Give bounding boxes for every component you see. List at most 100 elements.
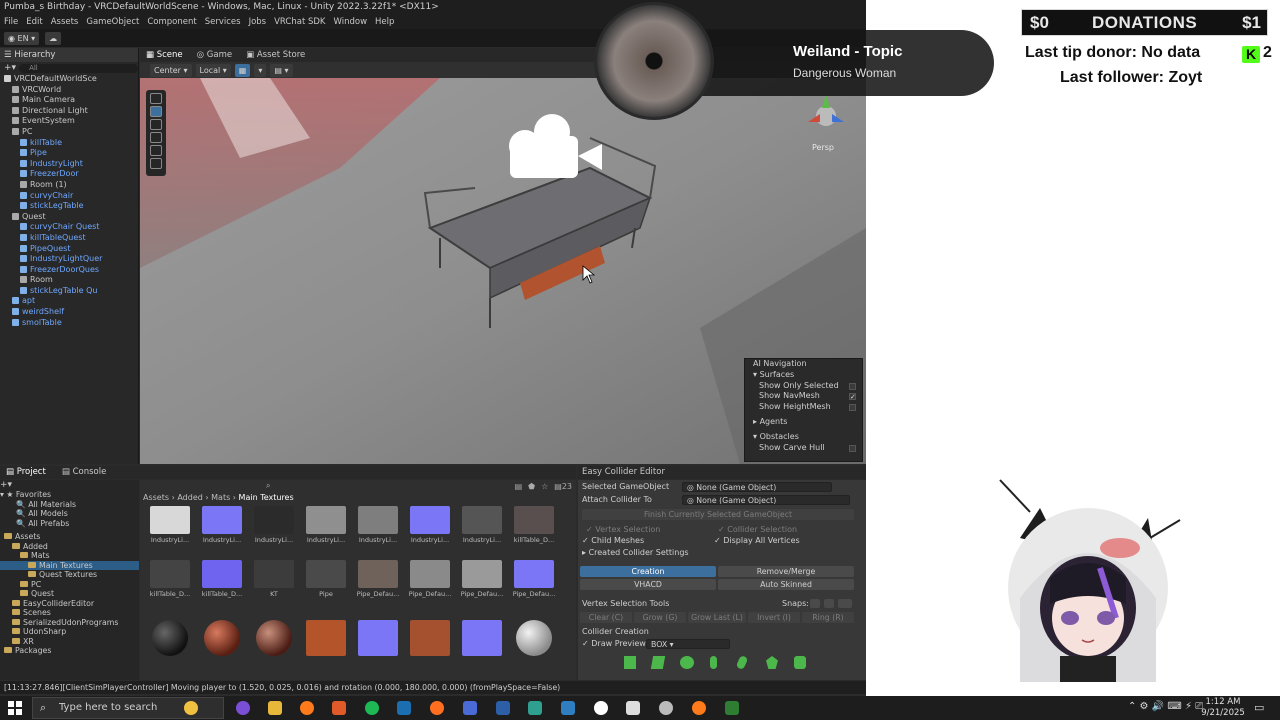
app-icon-8[interactable] xyxy=(725,701,739,715)
file-explorer-icon[interactable] xyxy=(268,701,282,715)
snap-clear-button[interactable] xyxy=(838,599,852,608)
tab-game[interactable]: ◎ Game xyxy=(197,48,232,62)
space-dropdown[interactable]: Local ▾ xyxy=(195,63,231,77)
show-only-selected-row[interactable]: Show Only Selected xyxy=(745,381,862,392)
breadcrumb-added[interactable]: Added xyxy=(177,493,203,502)
firefox-icon[interactable] xyxy=(430,701,444,715)
hierarchy-item[interactable]: EventSystem xyxy=(0,116,138,127)
pivot-dropdown[interactable]: Center ▾ xyxy=(150,63,192,77)
created-collider-settings-foldout[interactable]: ▸ Created Collider Settings xyxy=(582,547,689,558)
hierarchy-item[interactable]: killTable xyxy=(0,138,138,149)
filter-star-icon[interactable]: ☆ xyxy=(541,482,548,491)
creation-tab-button[interactable]: Creation xyxy=(580,566,716,577)
grid-toggle-icon[interactable]: ▾ xyxy=(254,63,267,77)
show-heightmesh-row[interactable]: Show HeightMesh xyxy=(745,402,862,413)
hierarchy-item[interactable]: PC xyxy=(0,127,138,138)
tab-project[interactable]: ▤ Project xyxy=(6,466,46,479)
tab-scene[interactable]: ▦ Scene xyxy=(146,48,183,62)
asset-thumb[interactable]: Pipe_Defau... xyxy=(356,560,400,598)
steam-icon[interactable] xyxy=(397,701,411,715)
asset-thumb[interactable] xyxy=(200,620,244,656)
show-navmesh-checkbox[interactable]: ✓ xyxy=(849,393,856,401)
filter-type-icon[interactable]: ▤ xyxy=(515,482,523,491)
draw-preview-toggle[interactable]: ✓ Draw Preview: xyxy=(582,638,648,649)
app-icon-7[interactable] xyxy=(692,701,706,715)
asset-thumb[interactable] xyxy=(512,620,556,656)
rotate-tool-icon[interactable] xyxy=(150,119,162,130)
vrchat-icon[interactable] xyxy=(626,701,640,715)
add-icon[interactable]: +▾ xyxy=(4,63,16,73)
app-icon-6[interactable] xyxy=(659,701,673,715)
hierarchy-item[interactable]: curvyChair Quest xyxy=(0,222,138,233)
hierarchy-item[interactable]: PipeQuest xyxy=(0,244,138,255)
hand-tool-icon[interactable] xyxy=(150,93,162,104)
asset-thumb[interactable]: killTable_D... xyxy=(200,560,244,598)
box-collider-icon[interactable] xyxy=(624,656,636,669)
project-folder[interactable]: SerializedUdonPrograms xyxy=(0,618,139,628)
photoshop-icon[interactable] xyxy=(496,701,510,715)
persp-label[interactable]: Persp xyxy=(812,143,834,152)
asset-thumb[interactable]: IndustryLi... xyxy=(460,506,504,544)
unity-icon[interactable] xyxy=(594,701,608,715)
taskbar-clock[interactable]: 1:12 AM 9/21/2025 xyxy=(1198,697,1248,719)
asset-thumb[interactable]: IndustryLi... xyxy=(200,506,244,544)
hierarchy-item[interactable]: FreezerDoorQues xyxy=(0,265,138,276)
sphere-collider-icon[interactable] xyxy=(680,656,694,669)
asset-thumb[interactable]: killTable_D... xyxy=(512,506,556,544)
project-folder[interactable]: EasyColliderEditor xyxy=(0,599,139,609)
asset-thumb[interactable]: Pipe_Defau... xyxy=(460,560,504,598)
app-icon-5[interactable] xyxy=(528,701,542,715)
asset-thumb[interactable]: IndustryLi... xyxy=(408,506,452,544)
tray-icons[interactable]: ⌃ ⚙ 🔊 ⌨ ⚡ ⎚ xyxy=(1128,701,1203,712)
menu-gameobject[interactable]: GameObject xyxy=(86,15,139,29)
hierarchy-search-input[interactable]: All xyxy=(19,63,138,73)
asset-thumb[interactable] xyxy=(148,620,192,656)
menu-component[interactable]: Component xyxy=(147,15,196,29)
breadcrumb-assets[interactable]: Assets xyxy=(143,493,169,502)
vertex-selection-toggle[interactable]: ✓ Vertex Selection xyxy=(586,524,660,535)
hierarchy-item[interactable]: Room xyxy=(0,275,138,286)
project-folder[interactable]: PC xyxy=(0,580,139,590)
rotated-capsule-collider-icon[interactable] xyxy=(735,654,749,671)
cloud-icon[interactable]: ☁ xyxy=(45,31,62,45)
agents-foldout[interactable]: ▸ Agents xyxy=(745,417,862,428)
visual-studio-code-icon[interactable] xyxy=(561,701,575,715)
hierarchy-item[interactable]: killTableQuest xyxy=(0,233,138,244)
project-folder[interactable]: UdonSharp xyxy=(0,627,139,637)
collider-selection-toggle[interactable]: ✓ Collider Selection xyxy=(718,524,797,535)
notifications-icon[interactable]: ▭ xyxy=(1254,701,1264,714)
show-navmesh-row[interactable]: Show NavMesh ✓ xyxy=(745,391,862,402)
asset-thumb[interactable]: Pipe xyxy=(304,560,348,598)
surfaces-foldout[interactable]: ▾ Surfaces xyxy=(745,370,862,381)
hierarchy-item[interactable]: IndustryLightQuer xyxy=(0,254,138,265)
rect-tool-icon[interactable] xyxy=(150,145,162,156)
favorite-all-models[interactable]: 🔍 All Models xyxy=(0,509,139,519)
hierarchy-tab[interactable]: ☰ Hierarchy xyxy=(0,48,138,62)
menu-jobs[interactable]: Jobs xyxy=(249,15,267,29)
project-folder[interactable]: Main Textures xyxy=(0,560,139,570)
asset-thumb[interactable]: IndustryLi... xyxy=(148,506,192,544)
asset-thumb[interactable] xyxy=(460,620,504,656)
hierarchy-item[interactable]: stickLegTable xyxy=(0,201,138,212)
hierarchy-item[interactable]: Quest xyxy=(0,212,138,223)
hierarchy-item[interactable]: Pipe xyxy=(0,148,138,159)
favorite-all-prefabs[interactable]: 🔍 All Prefabs xyxy=(0,519,139,529)
account-button[interactable]: ◉ EN ▾ xyxy=(4,31,40,45)
project-folder[interactable]: Quest Textures xyxy=(0,570,139,580)
project-folder[interactable]: XR xyxy=(0,637,139,647)
project-folder[interactable]: Added xyxy=(0,542,139,552)
invert-button[interactable]: Invert (I) xyxy=(748,612,800,623)
asset-thumb[interactable] xyxy=(356,620,400,656)
menu-services[interactable]: Services xyxy=(205,15,241,29)
menu-vrchat-sdk[interactable]: VRChat SDK xyxy=(274,15,325,29)
project-folder[interactable]: Packages xyxy=(0,646,139,656)
scale-tool-icon[interactable] xyxy=(150,132,162,143)
asset-thumb[interactable]: Pipe_Defau... xyxy=(408,560,452,598)
attach-collider-field[interactable]: ◎ None (Game Object) xyxy=(682,495,850,505)
asset-thumb[interactable]: KT xyxy=(252,560,296,598)
console-status-bar[interactable]: [11:13:27.846][ClientSimPlayerController… xyxy=(0,681,866,694)
child-meshes-toggle[interactable]: ✓ Child Meshes xyxy=(582,535,644,546)
capsule-collider-icon[interactable] xyxy=(710,656,717,669)
hierarchy-item[interactable]: weirdShelf xyxy=(0,307,138,318)
hierarchy-item[interactable]: VRCDefaultWorldSce xyxy=(0,74,138,85)
